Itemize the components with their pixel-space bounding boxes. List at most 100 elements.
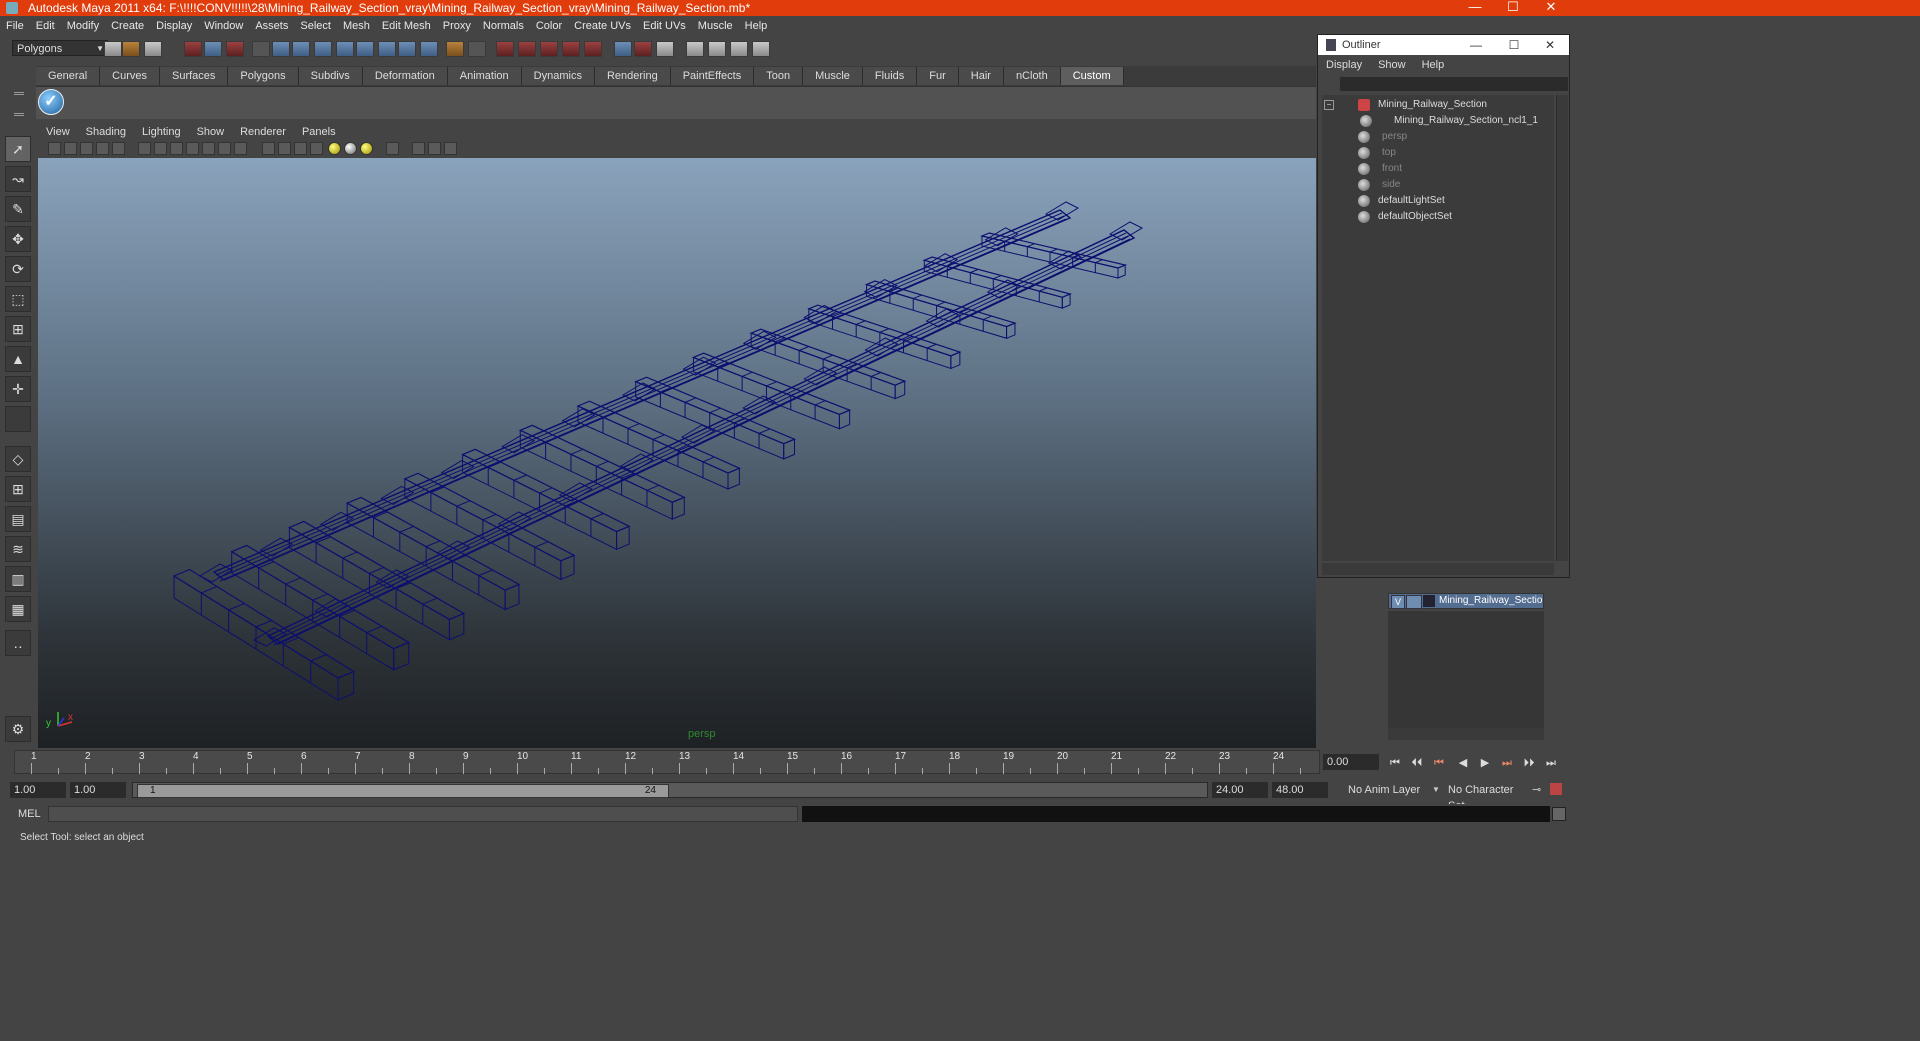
select-curves-icon[interactable] [314, 41, 332, 57]
menu-modify[interactable]: Modify [61, 16, 105, 36]
new-scene-icon[interactable] [104, 41, 122, 57]
select-surfaces-icon[interactable] [336, 41, 354, 57]
outliner-item[interactable]: defaultObjectSet [1322, 209, 1554, 225]
outliner-item[interactable]: Mining_Railway_Section_ncl1_1 [1322, 113, 1554, 129]
outliner-item[interactable]: persp [1322, 129, 1554, 145]
wireframe-icon[interactable] [262, 142, 275, 155]
select-tool-icon[interactable]: ➚ [5, 136, 31, 162]
menu-muscle[interactable]: Muscle [692, 16, 739, 36]
outliner-close-button[interactable]: ✕ [1532, 35, 1568, 55]
tab-subdivs[interactable]: Subdivs [298, 67, 363, 85]
toolbox-options-icon[interactable]: ‥ [5, 630, 31, 656]
gate-mask-icon[interactable] [186, 142, 199, 155]
make-live-icon[interactable] [584, 41, 602, 57]
layer-visibility-toggle[interactable]: V [1391, 595, 1405, 609]
outliner-menu-display[interactable]: Display [1318, 55, 1370, 75]
select-component-icon[interactable] [226, 41, 244, 57]
select-misc-icon[interactable] [420, 41, 438, 57]
outliner-vertical-scrollbar[interactable] [1556, 95, 1568, 561]
time-ruler[interactable]: 1 2 3 4 5 6 7 8 9 10 11 12 13 14 15 16 17 18 19 20 21 22 23 24 [14, 750, 1320, 774]
construction-history-icon[interactable] [656, 41, 674, 57]
playback-end-field[interactable]: 24.00 [1212, 782, 1268, 798]
menu-file[interactable]: File [0, 16, 30, 36]
outliner-horizontal-scrollbar[interactable] [1322, 563, 1554, 575]
xray-icon[interactable] [386, 142, 399, 155]
step-back-key-icon[interactable]: ⏮ [1430, 756, 1448, 770]
menu-window[interactable]: Window [198, 16, 249, 36]
menu-display[interactable]: Display [150, 16, 198, 36]
select-handles-icon[interactable] [272, 41, 290, 57]
highlight-selection-icon[interactable] [468, 41, 486, 57]
panel-menu-show[interactable]: Show [189, 124, 233, 140]
step-forward-key-icon[interactable]: ⏭ [1498, 756, 1516, 770]
save-scene-icon[interactable] [144, 41, 162, 57]
play-forwards-icon[interactable]: ▶ [1476, 756, 1494, 770]
menu-edit[interactable]: Edit [30, 16, 61, 36]
outliner-filter-input[interactable] [1340, 77, 1568, 91]
menu-create-uvs[interactable]: Create UVs [568, 16, 637, 36]
outliner-item[interactable]: − Mining_Railway_Section [1322, 97, 1554, 113]
menu-edit-mesh[interactable]: Edit Mesh [376, 16, 437, 36]
snap-view-plane-icon[interactable] [562, 41, 580, 57]
menu-select[interactable]: Select [294, 16, 337, 36]
tab-dynamics[interactable]: Dynamics [521, 67, 595, 85]
layer-horizontal-scrollbar[interactable] [1388, 728, 1544, 740]
persp-outliner-layout-icon[interactable]: ▤ [5, 506, 31, 532]
select-object-icon[interactable] [204, 41, 222, 57]
ipr-render-icon[interactable] [730, 41, 748, 57]
tab-muscle[interactable]: Muscle [803, 67, 863, 85]
render-current-frame-icon[interactable] [708, 41, 726, 57]
outliner-item[interactable]: top [1322, 145, 1554, 161]
tab-hair[interactable]: Hair [958, 67, 1004, 85]
animation-end-field[interactable]: 48.00 [1272, 782, 1328, 798]
outliner-maximize-button[interactable]: ☐ [1496, 35, 1532, 55]
grid-icon[interactable] [138, 142, 151, 155]
persp-graph-layout-icon[interactable]: ≋ [5, 536, 31, 562]
safe-title-icon[interactable] [234, 142, 247, 155]
menu-color[interactable]: Color [530, 16, 568, 36]
persp-hypershade-layout-icon[interactable]: ▥ [5, 566, 31, 592]
shadows-icon[interactable] [360, 142, 373, 155]
lock-icon[interactable] [446, 41, 464, 57]
quick-layout-icon[interactable]: ⚙ [5, 716, 31, 742]
safe-action-icon[interactable] [218, 142, 231, 155]
two-d-pan-zoom-icon[interactable] [112, 142, 125, 155]
snap-grid-icon[interactable] [496, 41, 514, 57]
use-default-light-icon[interactable] [328, 142, 341, 155]
menu-proxy[interactable]: Proxy [437, 16, 477, 36]
field-chart-icon[interactable] [202, 142, 215, 155]
panel-menu-view[interactable]: View [38, 124, 78, 140]
menu-mesh[interactable]: Mesh [337, 16, 376, 36]
panel-menu-shading[interactable]: Shading [78, 124, 134, 140]
layer-display-type-toggle[interactable] [1406, 595, 1422, 609]
outliner-item[interactable]: front [1322, 161, 1554, 177]
script-editor-icon[interactable] [1552, 807, 1566, 821]
select-camera-icon[interactable] [48, 142, 61, 155]
menu-help[interactable]: Help [739, 16, 774, 36]
textured-icon[interactable] [310, 142, 323, 155]
select-deformations-icon[interactable] [356, 41, 374, 57]
animation-start-field[interactable]: 1.00 [10, 782, 66, 798]
lock-selection-icon[interactable] [252, 41, 270, 57]
playback-start-field[interactable]: 1.00 [70, 782, 126, 798]
tab-animation[interactable]: Animation [447, 67, 522, 85]
tab-custom[interactable]: Custom [1060, 67, 1124, 85]
outliner-minimize-button[interactable]: — [1458, 35, 1494, 55]
range-slider-handle[interactable]: 1 24 [137, 784, 669, 798]
play-backwards-icon[interactable]: ◀ [1454, 756, 1472, 770]
xray-joints-icon[interactable] [428, 142, 441, 155]
outliner-item[interactable]: defaultLightSet [1322, 193, 1554, 209]
time-slider[interactable]: 1 2 3 4 5 6 7 8 9 10 11 12 13 14 15 16 17 18 19 20 21 22 23 24 [0, 748, 1322, 776]
tab-curves[interactable]: Curves [100, 67, 160, 85]
tab-surfaces[interactable]: Surfaces [159, 67, 229, 85]
range-slider[interactable]: 1 24 [132, 782, 1208, 798]
paint-select-tool-icon[interactable]: ✎ [5, 196, 31, 222]
menu-edit-uvs[interactable]: Edit UVs [637, 16, 692, 36]
key-icon[interactable]: ⊸ [1532, 782, 1541, 798]
rotate-tool-icon[interactable]: ⟳ [5, 256, 31, 282]
resolution-gate-icon[interactable] [170, 142, 183, 155]
anim-layer-selector[interactable]: No Anim Layer [1344, 782, 1432, 798]
use-all-lights-icon[interactable] [344, 142, 357, 155]
outliner-menu-show[interactable]: Show [1370, 55, 1414, 75]
script-language-label[interactable]: MEL [18, 806, 41, 822]
